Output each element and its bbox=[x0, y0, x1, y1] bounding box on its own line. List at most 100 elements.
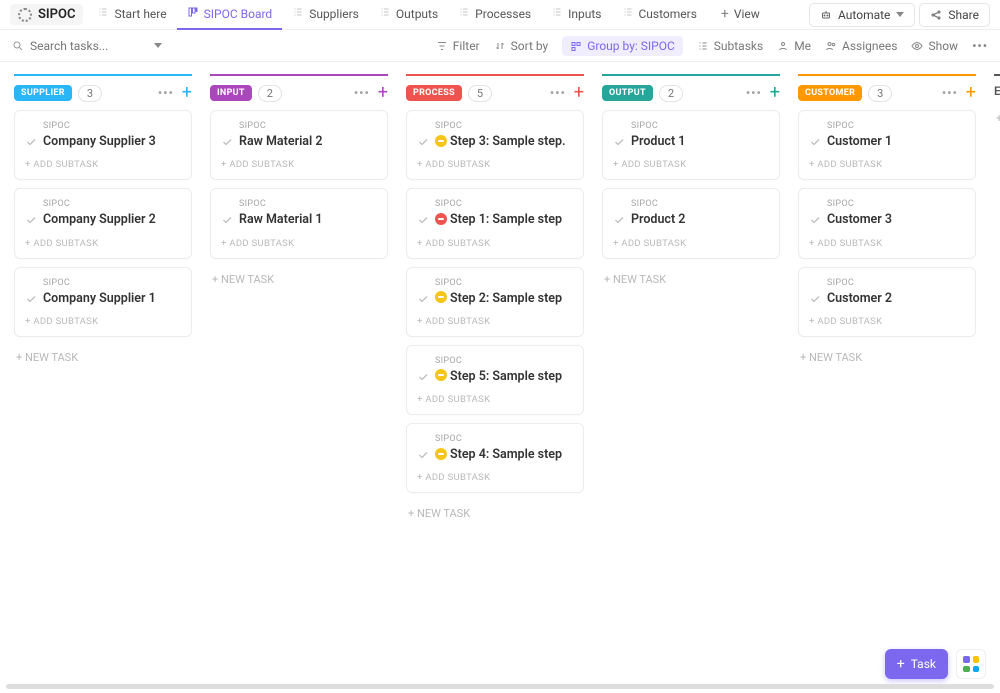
check-icon[interactable] bbox=[417, 214, 429, 226]
assignees-button[interactable]: Assignees bbox=[825, 39, 897, 53]
add-subtask-button[interactable]: + ADD SUBTASK bbox=[25, 150, 181, 179]
show-button[interactable]: Show bbox=[911, 39, 958, 53]
column-more-icon[interactable]: ••• bbox=[354, 86, 370, 100]
task-card[interactable]: SIPOCStep 2: Sample step+ ADD SUBTASK bbox=[406, 267, 584, 337]
task-card[interactable]: SIPOCCustomer 2+ ADD SUBTASK bbox=[798, 267, 976, 337]
add-subtask-button[interactable]: + ADD SUBTASK bbox=[417, 463, 573, 492]
new-task-fab[interactable]: + Task bbox=[885, 649, 948, 679]
view-tab-inputs[interactable]: Inputs bbox=[541, 0, 611, 30]
automate-button[interactable]: Automate bbox=[809, 3, 915, 27]
add-subtask-button[interactable]: + ADD SUBTASK bbox=[417, 150, 573, 179]
column-add-icon[interactable]: + bbox=[770, 84, 780, 102]
task-card[interactable]: SIPOCStep 3: Sample step.+ ADD SUBTASK bbox=[406, 110, 584, 180]
add-subtask-button[interactable]: + ADD SUBTASK bbox=[809, 229, 965, 258]
subtasks-button[interactable]: Subtasks bbox=[697, 39, 763, 53]
new-task-button[interactable]: + NEW TASK bbox=[798, 345, 976, 370]
new-task-button[interactable]: + NE bbox=[994, 106, 1000, 131]
column-more-icon[interactable]: ••• bbox=[746, 86, 762, 100]
status-pill[interactable]: SUPPLIER bbox=[14, 85, 72, 101]
chevron-down-icon[interactable] bbox=[154, 43, 162, 48]
column-more-icon[interactable]: ••• bbox=[158, 86, 174, 100]
new-task-button[interactable]: + NEW TASK bbox=[602, 267, 780, 292]
check-icon[interactable] bbox=[809, 136, 821, 148]
add-subtask-button[interactable]: + ADD SUBTASK bbox=[417, 307, 573, 336]
task-title: Customer 1 bbox=[827, 134, 892, 150]
check-icon[interactable] bbox=[25, 136, 37, 148]
add-subtask-button[interactable]: + ADD SUBTASK bbox=[25, 307, 181, 336]
view-tab-outputs[interactable]: Outputs bbox=[369, 0, 448, 30]
add-view-button[interactable]: + View bbox=[711, 0, 770, 30]
check-icon[interactable] bbox=[221, 136, 233, 148]
add-subtask-button[interactable]: + ADD SUBTASK bbox=[417, 229, 573, 258]
check-icon[interactable] bbox=[221, 214, 233, 226]
check-icon[interactable] bbox=[613, 214, 625, 226]
task-card[interactable]: SIPOCCompany Supplier 3+ ADD SUBTASK bbox=[14, 110, 192, 180]
column-add-icon[interactable]: + bbox=[378, 84, 388, 102]
status-pill[interactable]: PROCESS bbox=[406, 85, 462, 101]
task-card[interactable]: SIPOCCustomer 1+ ADD SUBTASK bbox=[798, 110, 976, 180]
eye-icon bbox=[911, 40, 923, 52]
task-card[interactable]: SIPOCCustomer 3+ ADD SUBTASK bbox=[798, 188, 976, 258]
me-button[interactable]: Me bbox=[777, 39, 811, 53]
view-tab-start-here[interactable]: Start here bbox=[87, 0, 176, 30]
view-icon bbox=[551, 6, 563, 21]
column-add-icon[interactable]: + bbox=[182, 84, 192, 102]
add-subtask-button[interactable]: + ADD SUBTASK bbox=[417, 385, 573, 414]
view-label: Inputs bbox=[568, 7, 601, 21]
check-icon[interactable] bbox=[417, 136, 429, 148]
task-card[interactable]: SIPOCRaw Material 1+ ADD SUBTASK bbox=[210, 188, 388, 258]
status-pill[interactable]: CUSTOMER bbox=[798, 85, 862, 101]
new-task-button[interactable]: + NEW TASK bbox=[14, 345, 192, 370]
task-card[interactable]: SIPOCCompany Supplier 2+ ADD SUBTASK bbox=[14, 188, 192, 258]
check-icon[interactable] bbox=[613, 136, 625, 148]
add-subtask-button[interactable]: + ADD SUBTASK bbox=[221, 150, 377, 179]
sort-button[interactable]: Sort by bbox=[494, 39, 549, 53]
horizontal-scrollbar[interactable] bbox=[6, 684, 994, 689]
task-card[interactable]: SIPOCProduct 1+ ADD SUBTASK bbox=[602, 110, 780, 180]
check-icon[interactable] bbox=[417, 293, 429, 305]
space-title[interactable]: SIPOC bbox=[10, 4, 83, 25]
column-add-icon[interactable]: + bbox=[574, 84, 584, 102]
task-card[interactable]: SIPOCProduct 2+ ADD SUBTASK bbox=[602, 188, 780, 258]
column-add-icon[interactable]: + bbox=[966, 84, 976, 102]
apps-fab[interactable] bbox=[956, 649, 986, 679]
status-pill[interactable]: OUTPUT bbox=[602, 85, 653, 101]
check-icon[interactable] bbox=[25, 214, 37, 226]
check-icon[interactable] bbox=[25, 293, 37, 305]
group-by-button[interactable]: Group by: SIPOC bbox=[562, 36, 683, 56]
status-pill[interactable]: Empty bbox=[994, 84, 1000, 98]
fab-container: + Task bbox=[885, 649, 986, 679]
add-subtask-button[interactable]: + ADD SUBTASK bbox=[221, 229, 377, 258]
add-subtask-button[interactable]: + ADD SUBTASK bbox=[613, 229, 769, 258]
column-more-icon[interactable]: ••• bbox=[550, 86, 566, 100]
check-icon[interactable] bbox=[417, 449, 429, 461]
search-box[interactable] bbox=[12, 39, 162, 53]
task-card[interactable]: SIPOCStep 5: Sample step+ ADD SUBTASK bbox=[406, 345, 584, 415]
task-card[interactable]: SIPOCCompany Supplier 1+ ADD SUBTASK bbox=[14, 267, 192, 337]
view-icon bbox=[622, 6, 634, 21]
add-subtask-button[interactable]: + ADD SUBTASK bbox=[809, 150, 965, 179]
new-task-button[interactable]: + NEW TASK bbox=[406, 501, 584, 526]
column-more-icon[interactable]: ••• bbox=[942, 86, 958, 100]
task-card[interactable]: SIPOCStep 1: Sample step+ ADD SUBTASK bbox=[406, 188, 584, 258]
view-tab-processes[interactable]: Processes bbox=[448, 0, 541, 30]
view-tab-suppliers[interactable]: Suppliers bbox=[282, 0, 369, 30]
task-card[interactable]: SIPOCStep 4: Sample step+ ADD SUBTASK bbox=[406, 423, 584, 493]
check-icon[interactable] bbox=[809, 214, 821, 226]
toolbar-more-icon[interactable]: ••• bbox=[972, 39, 988, 53]
view-tab-sipoc-board[interactable]: SIPOC Board bbox=[177, 0, 283, 30]
task-card[interactable]: SIPOCRaw Material 2+ ADD SUBTASK bbox=[210, 110, 388, 180]
filter-button[interactable]: Filter bbox=[436, 39, 480, 53]
new-task-button[interactable]: + NEW TASK bbox=[210, 267, 388, 292]
view-label: SIPOC Board bbox=[204, 7, 273, 21]
search-input[interactable] bbox=[30, 39, 130, 53]
share-button[interactable]: Share bbox=[919, 3, 990, 27]
view-tab-customers[interactable]: Customers bbox=[612, 0, 707, 30]
subtasks-icon bbox=[697, 40, 709, 52]
status-pill[interactable]: INPUT bbox=[210, 85, 252, 101]
add-subtask-button[interactable]: + ADD SUBTASK bbox=[25, 229, 181, 258]
add-subtask-button[interactable]: + ADD SUBTASK bbox=[809, 307, 965, 336]
add-subtask-button[interactable]: + ADD SUBTASK bbox=[613, 150, 769, 179]
check-icon[interactable] bbox=[417, 371, 429, 383]
check-icon[interactable] bbox=[809, 293, 821, 305]
